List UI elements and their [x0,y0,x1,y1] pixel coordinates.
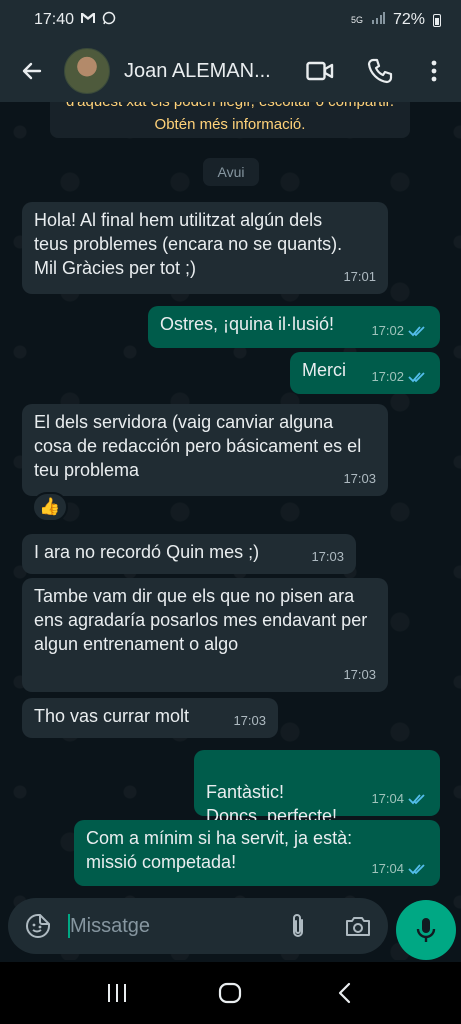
battery-icon [433,13,441,27]
message-text: El dels servidora (vaig canviar alguna c… [34,412,362,480]
reaction-thumbs-up[interactable]: 👍 [32,492,68,522]
message-meta: 17:04 [371,857,428,881]
message-incoming[interactable]: Hola! Al final hem utilitzat algún dels … [22,202,388,294]
camera-icon[interactable] [338,906,378,946]
message-input-container[interactable] [8,898,388,954]
status-bar: 17:40 5G 72% [0,0,461,40]
network-label: 5G [350,14,363,25]
composer [0,890,461,962]
avatar[interactable] [64,48,110,94]
message-text: Tho vas currar molt [34,706,190,726]
read-ticks-icon [408,864,425,875]
message-time: 17:03 [343,667,376,682]
attach-icon[interactable] [278,906,318,946]
message-meta: 17:02 [371,319,428,343]
encryption-note[interactable]: d'aquest xat els poden llegir, escoltar … [50,102,410,138]
message-time: 17:04 [371,861,404,876]
message-incoming[interactable]: I ara no recordó Quin mes ;) 17:03 [22,534,356,574]
message-incoming[interactable]: Tho vas currar molt 17:03 [22,698,278,738]
message-time: 17:04 [371,791,404,806]
message-outgoing[interactable]: Ostres, ¡quina il·lusió! 17:02 [148,306,440,348]
read-ticks-icon [408,794,425,805]
status-left: 17:40 [34,11,116,30]
message-meta: 17:02 [371,365,428,389]
message-text: Hola! Al final hem utilitzat algún dels … [34,210,343,278]
status-right: 5G 72% [351,11,441,29]
date-chip: Avui [203,158,259,186]
video-call-icon[interactable] [298,49,342,93]
battery-percent: 72% [392,11,425,28]
back-arrow-icon[interactable] [8,47,56,95]
phone-icon[interactable] [358,49,402,93]
chat-area[interactable]: d'aquest xat els poden llegir, escoltar … [0,102,461,960]
message-input[interactable] [70,914,270,938]
whatsapp-status-icon [102,11,116,30]
back-nav-icon[interactable] [320,969,368,1017]
signal-icon [371,11,385,29]
mic-button[interactable] [396,900,456,960]
message-meta: 17:04 [371,787,428,811]
message-text: Ostres, ¡quina il·lusió! [160,314,335,334]
message-text: I ara no recordó Quin mes ;) [34,542,260,562]
message-time: 17:01 [343,269,376,284]
more-options-icon[interactable] [412,49,456,93]
read-ticks-icon [408,326,425,337]
microphone-icon [416,918,436,942]
message-text: Tambe vam dir que els que no pisen ara e… [34,586,368,654]
message-time: 17:02 [371,369,404,384]
message-time: 17:03 [311,549,344,564]
message-time: 17:03 [233,713,266,728]
read-ticks-icon [408,372,425,383]
contact-name[interactable]: Joan ALEMAN... [124,60,284,83]
message-incoming[interactable]: Tambe vam dir que els que no pisen ara e… [22,578,388,692]
message-outgoing[interactable]: Fantàstic! Doncs, perfecte! 17:04 [194,750,440,826]
message-time: 17:02 [371,323,404,338]
message-outgoing[interactable]: Merci 17:02 [290,352,440,394]
system-nav-bar [0,962,461,1024]
gmail-icon [80,11,96,29]
home-icon[interactable] [206,969,254,1017]
chat-header: Joan ALEMAN... [0,40,461,102]
message-incoming[interactable]: El dels servidora (vaig canviar alguna c… [22,404,388,496]
status-time: 17:40 [34,11,75,28]
message-time: 17:03 [343,471,376,486]
sticker-icon[interactable] [18,906,58,946]
recent-apps-icon[interactable] [93,969,141,1017]
message-outgoing[interactable]: Com a mínim si ha servit, ja està: missi… [74,820,440,886]
message-text: Merci [302,360,346,380]
message-text: Com a mínim si ha servit, ja està: missi… [86,828,353,872]
